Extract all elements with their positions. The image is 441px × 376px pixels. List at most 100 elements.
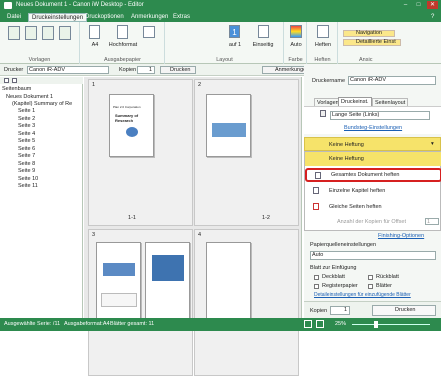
ribbon-tabs: Datei Druckeinstellungen Druckoptionen A… bbox=[0, 11, 441, 22]
binding-select[interactable]: Lange Seite (Links) bbox=[330, 111, 430, 120]
template-icon[interactable] bbox=[59, 26, 71, 40]
status-bar: Ausgewählte Serie: /11 Ausgabeformat:A4 … bbox=[0, 318, 441, 331]
binding-icon bbox=[320, 110, 326, 117]
pages-per-sheet-button[interactable]: 1 bbox=[229, 25, 240, 38]
insert-sheet-label: Blatt zur Einfügung bbox=[310, 265, 357, 271]
fit-width-icon[interactable] bbox=[316, 320, 324, 328]
color-mode-value[interactable]: Auto bbox=[286, 42, 306, 48]
pages-per-sheet-label: auf 1 bbox=[228, 42, 242, 48]
sides-value[interactable]: Einseitig bbox=[248, 42, 278, 48]
page-thumbnail[interactable] bbox=[206, 242, 251, 322]
printer-name-label: Druckername bbox=[312, 78, 346, 84]
tree-page-item[interactable]: Seite 8 bbox=[18, 161, 35, 168]
tree-page-item[interactable]: Seite 11 bbox=[18, 183, 38, 190]
paper-source-select[interactable]: Auto bbox=[310, 251, 436, 260]
template-icon[interactable] bbox=[8, 26, 20, 40]
new-chapter-icon[interactable] bbox=[4, 78, 9, 83]
paper-size-value[interactable]: A4 bbox=[85, 42, 105, 48]
orientation-value[interactable]: Hochformat bbox=[105, 42, 141, 48]
dropdown-item-staple-document[interactable]: Gesamtes Dokument heften bbox=[305, 168, 441, 182]
page-tree-pane: Seitenbaum Neues Dokument 1 (Kapitel) Su… bbox=[0, 77, 83, 318]
page-cell[interactable]: 3 bbox=[88, 229, 193, 376]
page-cell-number: 3 bbox=[92, 232, 96, 238]
binding-settings-link[interactable]: Bundsteg-Einstellungen bbox=[344, 125, 402, 131]
tree-page-item[interactable]: Seite 7 bbox=[18, 153, 35, 160]
tree-chapter[interactable]: (Kapitel) Summary of Re bbox=[12, 101, 72, 108]
staple-value[interactable]: Heften bbox=[309, 42, 337, 48]
maximize-button[interactable]: □ bbox=[413, 1, 424, 9]
navigation-toggle[interactable]: Navigation bbox=[343, 30, 395, 37]
cover-checkbox[interactable] bbox=[314, 275, 319, 280]
tree-page-item[interactable]: Seite 3 bbox=[18, 123, 35, 130]
tree-toolbar bbox=[0, 77, 83, 84]
tree-page-item[interactable]: Seite 1 bbox=[18, 108, 35, 115]
page-cell[interactable]: 4 bbox=[194, 229, 299, 376]
tree-page-item[interactable]: Seite 4 bbox=[18, 131, 35, 138]
delete-icon[interactable] bbox=[12, 78, 17, 83]
printer-select[interactable]: Canon iR-ADV bbox=[27, 66, 109, 74]
page-cell[interactable]: 2 1-2 bbox=[194, 79, 299, 226]
paper-options-icon[interactable] bbox=[143, 26, 155, 38]
ribbon: Vorlagen A4 Hochformat Ausgabepapier 1 a… bbox=[0, 22, 441, 64]
tree-page-item[interactable]: Seite 9 bbox=[18, 168, 35, 175]
dropdown-item-no-staple[interactable]: Keine Heftung bbox=[305, 152, 441, 166]
group-label: Heften bbox=[314, 57, 331, 63]
color-mode-icon[interactable] bbox=[290, 25, 302, 38]
tab-druckoptionen[interactable]: Druckoptionen bbox=[82, 13, 127, 22]
ribbon-group-output-paper: A4 Hochformat Ausgabepapier bbox=[81, 22, 165, 64]
finishing-options-link[interactable]: Finishing-Optionen bbox=[378, 233, 424, 239]
minimize-button[interactable]: – bbox=[400, 1, 411, 9]
offset-copies-input[interactable]: 1 bbox=[425, 218, 439, 225]
page-thumbnail[interactable] bbox=[96, 242, 141, 322]
staple-select[interactable]: Keine Heftung ▾ bbox=[304, 137, 441, 151]
tree-page-item[interactable]: Seite 6 bbox=[18, 146, 35, 153]
page-cell-number: 4 bbox=[198, 232, 202, 238]
page-thumbnail[interactable] bbox=[145, 242, 190, 322]
staple-icon[interactable] bbox=[317, 25, 329, 38]
sheets-checkbox[interactable] bbox=[368, 284, 373, 289]
print-button[interactable]: Drucken bbox=[372, 305, 436, 316]
template-icon[interactable] bbox=[42, 26, 54, 40]
zoom-slider[interactable] bbox=[352, 324, 430, 325]
staple-chapters-icon bbox=[313, 187, 319, 194]
print-button[interactable]: Drucken bbox=[160, 66, 196, 74]
zoom-level: 25% bbox=[335, 321, 347, 327]
help-icon[interactable]: ? bbox=[428, 13, 437, 22]
page-thumbnail[interactable] bbox=[206, 94, 251, 157]
tab-extras[interactable]: Extras bbox=[170, 13, 193, 22]
settings-pane: Druckername Canon iR-ADV Vorlagen Drucke… bbox=[304, 64, 441, 318]
back-cover-checkbox[interactable] bbox=[368, 275, 373, 280]
tree-root[interactable]: Neues Dokument 1 bbox=[6, 94, 53, 101]
dropdown-item-staple-same-pages[interactable]: Gleiche Seiten heften bbox=[305, 200, 441, 214]
group-label: Ansic bbox=[359, 57, 373, 63]
tab-datei[interactable]: Datei bbox=[4, 13, 24, 22]
insert-detail-link[interactable]: Detaileinstellungen für einzufügende Blä… bbox=[314, 292, 411, 298]
zoom-slider-thumb[interactable] bbox=[374, 321, 378, 328]
chevron-down-icon: ▾ bbox=[431, 141, 434, 147]
tab-anmerkungen[interactable]: Anmerkungen bbox=[128, 13, 171, 22]
template-icon[interactable] bbox=[25, 26, 37, 40]
ribbon-group-color: Auto Farbe bbox=[285, 22, 307, 64]
tree-header: Seitenbaum bbox=[2, 86, 32, 92]
ribbon-group-view: Navigation Detaillierte Einst Ansic bbox=[339, 22, 441, 64]
tab-druckeinstellungen[interactable]: Druckeinstellungen bbox=[28, 13, 88, 22]
sides-icon[interactable] bbox=[258, 25, 269, 38]
close-button[interactable]: ✕ bbox=[427, 1, 438, 9]
page-cell[interactable]: 1 Plan 2.0 Corporation Summary of Resear… bbox=[88, 79, 193, 226]
tree-page-item[interactable]: Seite 2 bbox=[18, 116, 35, 123]
printer-name-select[interactable]: Canon iR-ADV bbox=[348, 76, 436, 85]
copies-input[interactable]: 1 bbox=[330, 306, 350, 315]
tab-paper-checkbox[interactable] bbox=[314, 284, 319, 289]
fit-page-icon[interactable] bbox=[304, 320, 312, 328]
page-thumbnail[interactable]: Plan 2.0 Corporation Summary of Research bbox=[109, 94, 154, 157]
photo-image bbox=[212, 123, 246, 137]
tree-page-item[interactable]: Seite 5 bbox=[18, 138, 35, 145]
dropdown-item-staple-chapters[interactable]: Einzelne Kapitel heften bbox=[305, 184, 441, 198]
detailed-settings-toggle[interactable]: Detaillierte Einst bbox=[343, 39, 401, 46]
staple-dropdown: Keine Heftung Gesamtes Dokument heften E… bbox=[304, 151, 441, 231]
orientation-icon[interactable] bbox=[117, 25, 128, 39]
tree-page-item[interactable]: Seite 10 bbox=[18, 176, 38, 183]
staple-document-icon bbox=[315, 172, 321, 179]
paper-size-icon[interactable] bbox=[89, 25, 100, 39]
copies-input[interactable]: 1 bbox=[137, 66, 155, 74]
